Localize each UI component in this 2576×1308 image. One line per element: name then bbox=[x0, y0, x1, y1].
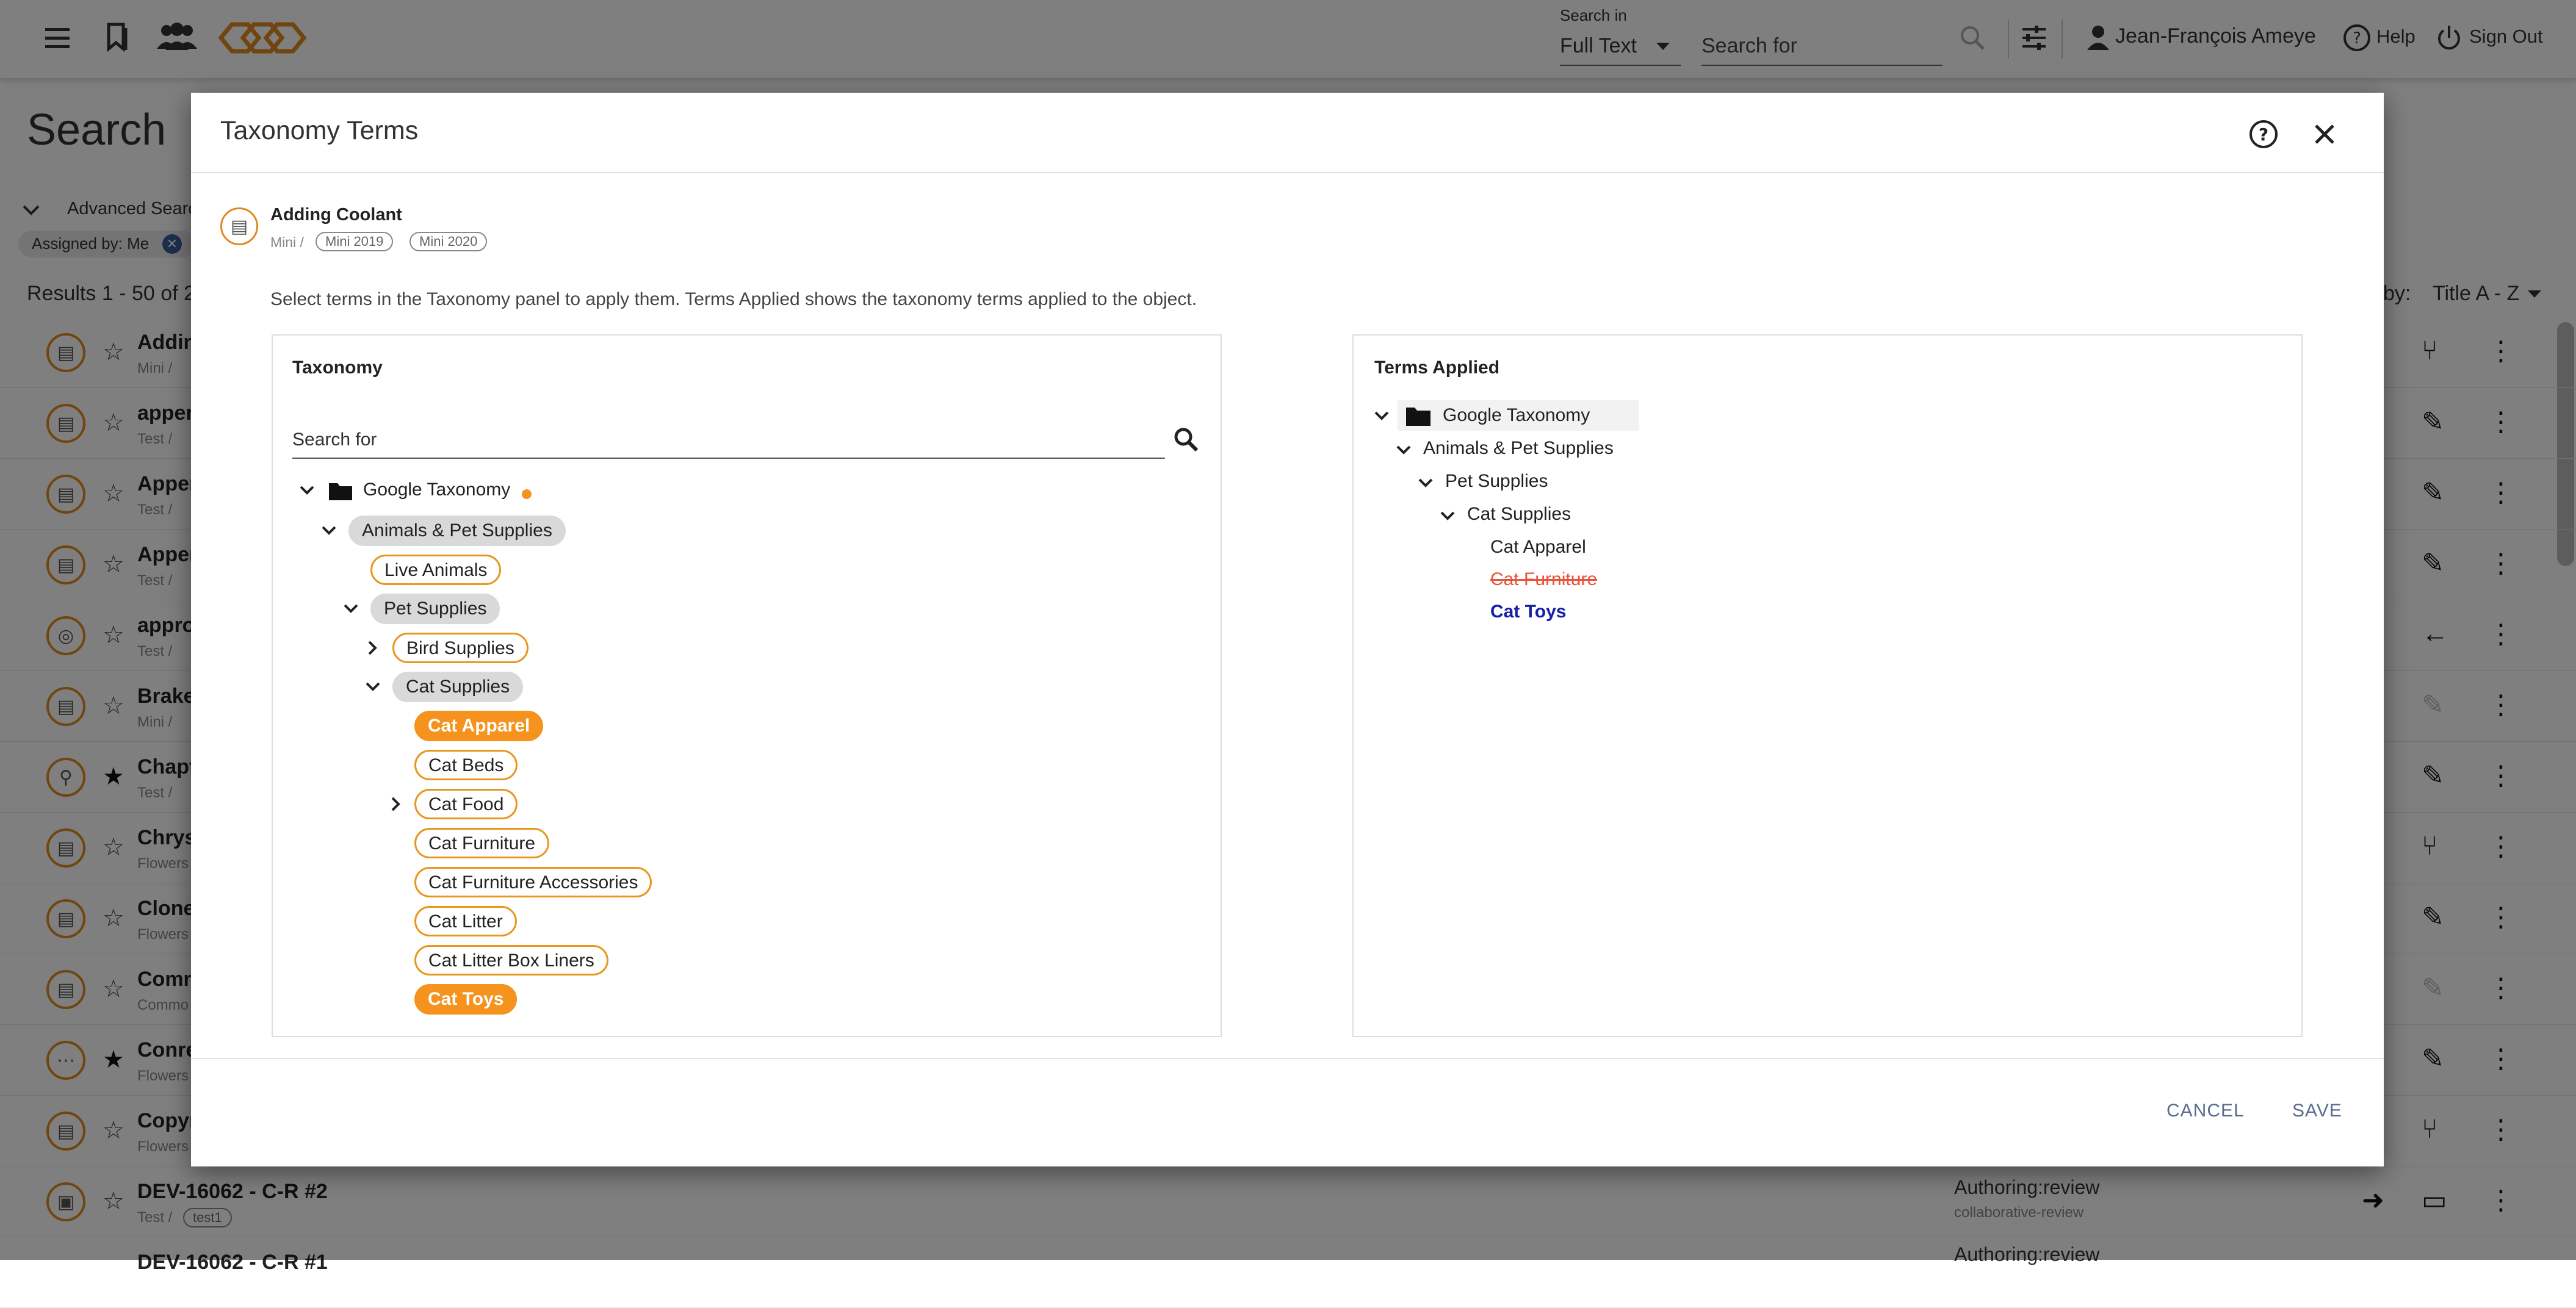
taxonomy-term-bird-supplies[interactable]: Bird Supplies bbox=[392, 633, 529, 663]
taxonomy-term-cat-litter[interactable]: Cat Litter bbox=[414, 906, 517, 936]
removed-cat-furniture: Cat Furniture bbox=[1490, 569, 1598, 589]
taxonomy-term-animals[interactable]: Animals & Pet Supplies bbox=[348, 516, 566, 546]
object-title: Adding Coolant bbox=[270, 205, 402, 225]
taxonomy-term-cat-supplies[interactable]: Cat Supplies bbox=[392, 672, 524, 702]
added-cat-toys: Cat Toys bbox=[1490, 602, 1567, 622]
chevron-right-icon[interactable] bbox=[361, 636, 385, 660]
instructions-text: Select terms in the Taxonomy panel to ap… bbox=[270, 289, 1197, 309]
taxonomy-search-input[interactable]: Search for bbox=[292, 429, 377, 450]
object-chip: Mini 2019 bbox=[316, 232, 394, 251]
chevron-down-icon[interactable] bbox=[295, 478, 319, 503]
folder-icon bbox=[1406, 408, 1431, 426]
save-button[interactable]: SAVE bbox=[2292, 1101, 2342, 1121]
tree-node-root[interactable]: Google Taxonomy bbox=[363, 480, 510, 500]
close-icon[interactable] bbox=[2312, 122, 2337, 146]
taxonomy-term-cat-food[interactable]: Cat Food bbox=[414, 789, 518, 819]
chevron-down-icon[interactable] bbox=[1413, 471, 1438, 495]
taxonomy-term-cat-beds[interactable]: Cat Beds bbox=[414, 750, 518, 780]
applied-root[interactable]: Google Taxonomy bbox=[1443, 405, 1590, 426]
taxonomy-panel: Taxonomy Search for Google Taxonomy Anim… bbox=[272, 334, 1222, 1037]
chevron-down-icon[interactable] bbox=[1391, 438, 1416, 462]
document-icon: ▤ bbox=[220, 207, 258, 245]
search-page: Search in Full Text Search for Jean-Fran… bbox=[0, 0, 2576, 1308]
taxonomy-term-pet-supplies[interactable]: Pet Supplies bbox=[370, 594, 500, 624]
chevron-down-icon[interactable] bbox=[1369, 404, 1394, 428]
applied-indicator bbox=[522, 489, 532, 499]
taxonomy-term-cat-furniture[interactable]: Cat Furniture bbox=[414, 828, 550, 858]
panel-title: Terms Applied bbox=[1374, 358, 1500, 378]
folder-icon bbox=[329, 483, 352, 500]
applied-animals[interactable]: Animals & Pet Supplies bbox=[1423, 438, 1614, 459]
taxonomy-term-live-animals[interactable]: Live Animals bbox=[370, 555, 502, 585]
object-chip: Mini 2020 bbox=[409, 232, 488, 251]
taxonomy-term-cat-apparel[interactable]: Cat Apparel bbox=[414, 711, 544, 741]
applied-pet-supplies[interactable]: Pet Supplies bbox=[1445, 471, 1548, 492]
cancel-button[interactable]: CANCEL bbox=[2167, 1101, 2245, 1121]
chevron-down-icon[interactable] bbox=[317, 519, 341, 543]
svg-text:?: ? bbox=[2259, 124, 2268, 145]
applied-cat-supplies[interactable]: Cat Supplies bbox=[1467, 504, 1571, 525]
object-path: Mini / bbox=[270, 234, 304, 250]
chevron-down-icon[interactable] bbox=[361, 675, 385, 699]
panel-title: Taxonomy bbox=[292, 358, 383, 378]
chevron-down-icon[interactable] bbox=[339, 597, 363, 621]
taxonomy-term-cat-litter-box-liners[interactable]: Cat Litter Box Liners bbox=[414, 945, 608, 976]
chevron-right-icon[interactable] bbox=[384, 792, 408, 816]
chevron-down-icon[interactable] bbox=[1435, 504, 1460, 528]
taxonomy-term-cat-toys[interactable]: Cat Toys bbox=[414, 984, 518, 1015]
terms-applied-panel: Terms Applied Google Taxonomy Animals & … bbox=[1352, 334, 2303, 1037]
dialog-title: Taxonomy Terms bbox=[220, 116, 419, 145]
search-icon[interactable] bbox=[1172, 426, 1200, 454]
taxonomy-term-cat-furniture-accessories[interactable]: Cat Furniture Accessories bbox=[414, 867, 652, 897]
taxonomy-terms-dialog: Taxonomy Terms ? ▤ Adding Coolant Mini /… bbox=[191, 93, 2384, 1166]
applied-cat-apparel: Cat Apparel bbox=[1490, 537, 1586, 557]
help-icon[interactable]: ? bbox=[2248, 118, 2279, 150]
